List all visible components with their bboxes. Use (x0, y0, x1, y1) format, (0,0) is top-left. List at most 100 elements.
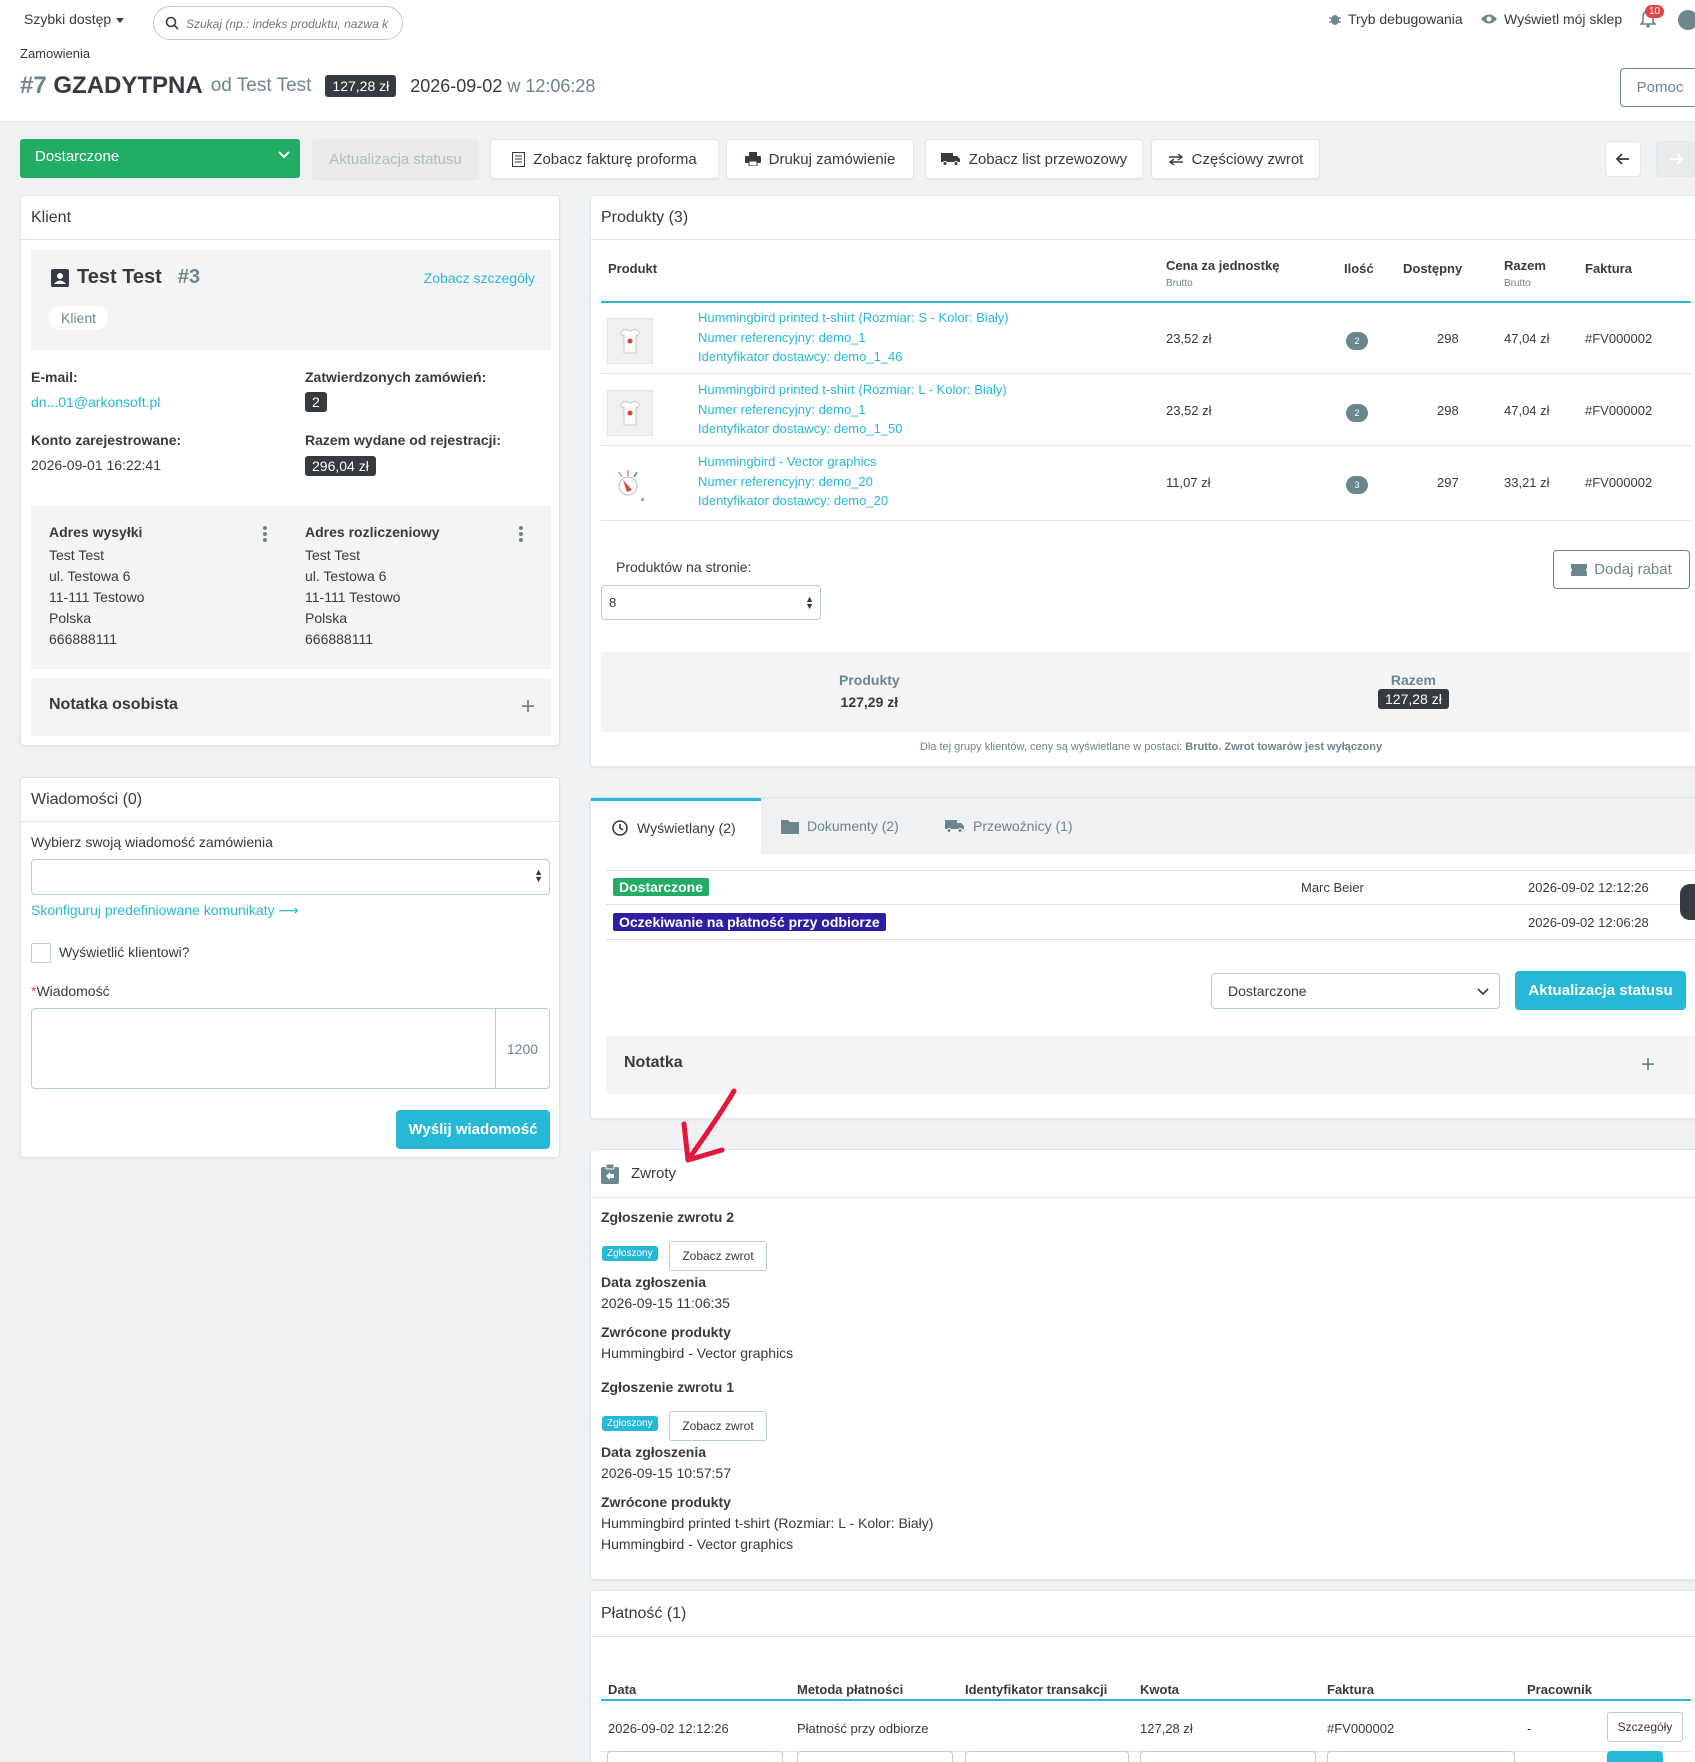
user-avatar-icon[interactable] (1678, 10, 1695, 30)
print-order-button[interactable]: Drukuj zamówienie (726, 139, 914, 179)
shipping-address-line: Polska (49, 610, 92, 626)
updown-icon: ▲ ▼ (534, 867, 543, 884)
debug-mode-link[interactable]: Tryb debugowania (1328, 11, 1463, 27)
product-name-link[interactable]: Hummingbird printed t-shirt (Rozmiar: L … (698, 382, 1007, 397)
messages-card-header: Wiadomości (0) (21, 778, 559, 822)
column-total-sub: Brutto (1504, 278, 1531, 289)
shipping-address-menu-icon[interactable] (263, 526, 267, 544)
column-available: Dostępny (1403, 261, 1463, 276)
tab-history[interactable]: Wyświetlany (2) (591, 798, 761, 854)
history-status-value: Dostarczone (1228, 983, 1307, 999)
new-payment-amount-input[interactable] (1140, 1751, 1316, 1762)
order-totals-box: Produkty 127,29 zł Razem 127,28 zł (601, 652, 1691, 732)
send-message-button[interactable]: Wyślij wiadomość (396, 1110, 550, 1149)
message-textarea[interactable]: 1200 (31, 1008, 550, 1089)
payment-amount: 127,28 zł (1140, 1721, 1193, 1736)
order-note-box[interactable]: Notatka + (606, 1036, 1695, 1094)
client-group-tag: Klient (49, 306, 109, 330)
side-help-widget[interactable] (1680, 884, 1695, 920)
add-discount-button[interactable]: Dodaj rabat (1553, 550, 1690, 589)
new-payment-date-input[interactable] (607, 1751, 783, 1762)
new-payment-transaction-input[interactable] (965, 1751, 1129, 1762)
product-row-info: Hummingbird printed t-shirt (Rozmiar: L … (698, 380, 1007, 439)
totals-products: Produkty 127,29 zł (839, 672, 900, 710)
printer-icon (744, 152, 761, 166)
view-client-details-link[interactable]: Zobacz szczegóły (424, 270, 535, 286)
breadcrumb[interactable]: Zamowienia (20, 46, 90, 61)
product-quantity-badge: 2 (1346, 404, 1368, 422)
payment-details-button[interactable]: Szczegóły (1607, 1712, 1683, 1742)
order-status-select[interactable]: Dostarczone (20, 139, 300, 178)
shipping-address-line: Test Test (49, 547, 104, 563)
product-thumbnail (607, 462, 653, 508)
return-title: Zgłoszenie zwrotu 1 (601, 1379, 735, 1395)
return-status-badge: Zgłoszony (602, 1246, 658, 1261)
chevron-down-icon (1477, 988, 1489, 996)
partial-refund-button[interactable]: Częściowy zwrot (1151, 139, 1320, 179)
search-box[interactable] (153, 6, 403, 40)
predefined-message-select[interactable]: ▲ ▼ (31, 859, 550, 895)
tshirt-icon (619, 328, 641, 354)
column-unit-price-label: Cena za jednostkę (1166, 258, 1280, 273)
view-shop-label: Wyświetl mój sklep (1504, 11, 1623, 27)
view-proforma-label: Zobacz fakturę proforma (533, 150, 697, 168)
product-available: 297 (1437, 475, 1459, 490)
next-order-button[interactable] (1656, 141, 1695, 177)
view-proforma-button[interactable]: Zobacz fakturę proforma (490, 139, 719, 179)
payment-column-employee: Pracownik (1527, 1682, 1593, 1697)
previous-order-button[interactable] (1605, 141, 1641, 177)
new-payment-method-input[interactable] (797, 1751, 953, 1762)
billing-address-menu-icon[interactable] (519, 526, 523, 544)
return-date-label: Data zgłoszenia (601, 1444, 707, 1460)
view-return-button[interactable]: Zobacz zwrot (669, 1241, 767, 1271)
search-input[interactable] (186, 14, 396, 34)
history-date: 2026-09-02 12:06:28 (1528, 915, 1649, 930)
help-button[interactable]: Pomoc (1620, 68, 1695, 107)
column-total-label: Razem (1504, 258, 1546, 273)
product-name-link[interactable]: Hummingbird printed t-shirt (Rozmiar: S … (698, 310, 1009, 325)
configure-messages-link[interactable]: Skonfiguruj predefiniowane komunikaty ⟶ (31, 902, 299, 919)
product-invoice: #FV000002 (1585, 475, 1653, 490)
history-update-status-button[interactable]: Aktualizacja statusu (1515, 971, 1686, 1010)
footnote-prefix: Dla tej grupy klientów, ceny są wyświetl… (919, 741, 1183, 753)
history-status-select[interactable]: Dostarczone (1211, 973, 1500, 1009)
private-note-box[interactable]: Notatka osobista + (31, 678, 551, 736)
product-unit-price: 23,52 zł (1166, 331, 1212, 346)
products-card: Produkty (3) Produkt Cena za jednostkę Br… (590, 195, 1695, 767)
payment-invoice: #FV000002 (1327, 1721, 1395, 1736)
client-email-link[interactable]: dn...01@arkonsoft.pl (31, 394, 160, 410)
payment-column-date: Data (608, 1682, 637, 1697)
view-waybill-button[interactable]: Zobacz list przewozowy (925, 139, 1143, 179)
payment-method: Płatność przy odbiorze (797, 1721, 929, 1736)
row-divider (606, 870, 1695, 871)
footnote-gross: Brutto. (1185, 741, 1222, 753)
debug-mode-label: Tryb debugowania (1348, 11, 1463, 27)
row-divider (601, 520, 1691, 521)
plus-icon[interactable]: + (521, 695, 535, 719)
return-date: 2026-09-15 10:57:57 (601, 1465, 731, 1481)
quick-access-menu[interactable]: Szybki dostęp (24, 11, 125, 27)
tab-documents[interactable]: Dokumenty (2) (761, 798, 919, 854)
display-to-customer-checkbox[interactable] (31, 943, 51, 963)
column-unit-price-sub: Brutto (1166, 278, 1193, 289)
add-payment-button[interactable] (1607, 1751, 1663, 1762)
product-name-link[interactable]: Hummingbird - Vector graphics (698, 454, 876, 469)
product-supplier-ref: Identyfikator dostawcy: demo_1_50 (698, 421, 903, 436)
chevron-down-icon (278, 151, 290, 159)
history-status-chip: Oczekiwanie na płatność przy odbiorze (613, 913, 886, 931)
view-return-button[interactable]: Zobacz zwrot (669, 1411, 767, 1441)
return-date-label: Data zgłoszenia (601, 1274, 707, 1290)
order-reference: #7 GZADYTPNA (20, 72, 203, 100)
shipping-address-line: ul. Testowa 6 (49, 568, 131, 584)
row-divider (606, 904, 1695, 905)
view-shop-link[interactable]: Wyświetl mój sklep (1480, 11, 1622, 27)
plus-icon[interactable]: + (1641, 1053, 1655, 1077)
update-status-button[interactable]: Aktualizacja statusu (312, 139, 479, 179)
new-payment-invoice-select[interactable] (1327, 1751, 1515, 1762)
per-page-select[interactable]: 8 ▲ ▼ (601, 585, 821, 620)
products-card-header: Produkty (3) (591, 196, 1695, 240)
tab-carriers[interactable]: Przewoźnicy (1) (925, 798, 1093, 854)
return-status-badge: Zgłoszony (602, 1416, 658, 1431)
payment-column-amount: Kwota (1140, 1682, 1179, 1697)
totals-products-label: Produkty (839, 672, 900, 688)
